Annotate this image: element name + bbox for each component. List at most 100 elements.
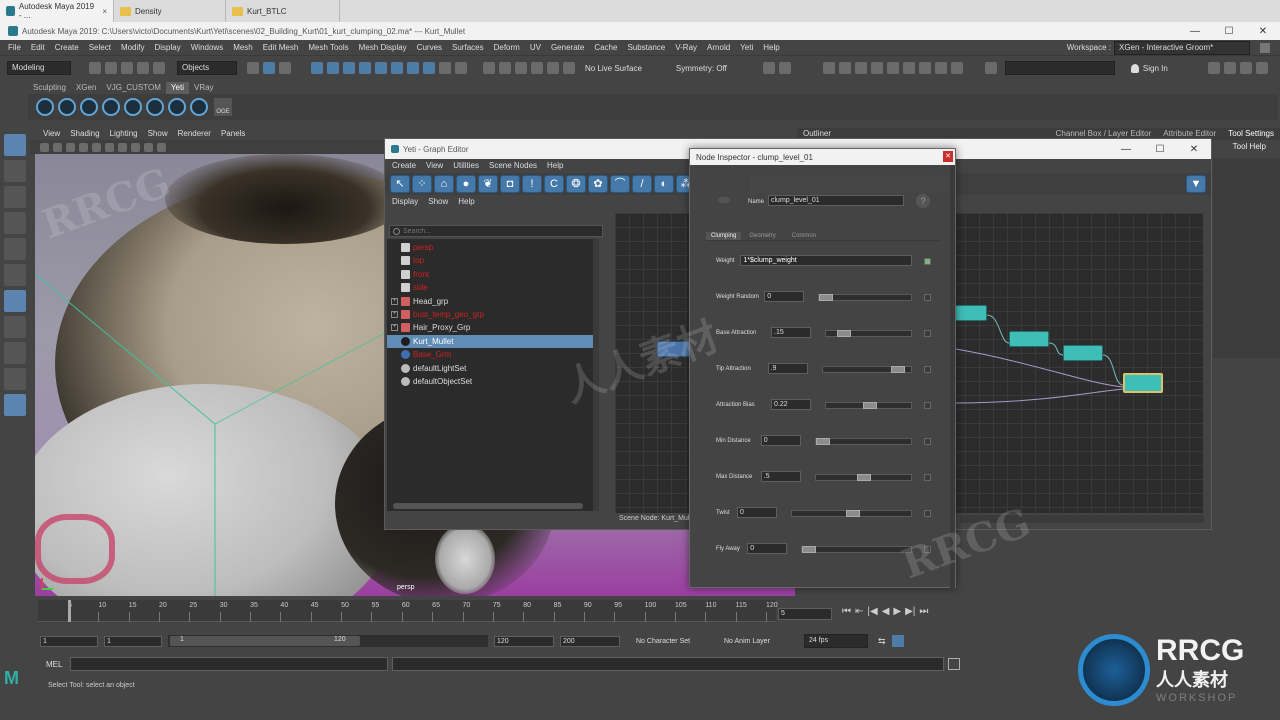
tab-common[interactable]: Common <box>784 232 824 240</box>
menu-mesh-tools[interactable]: Mesh Tools <box>303 40 353 56</box>
snap-view-icon[interactable] <box>531 62 543 74</box>
shelf-tab-sculpting[interactable]: Sculpting <box>28 82 71 94</box>
shelf-tab-vjg-custom[interactable]: VJG_CUSTOM <box>101 82 166 94</box>
graph-node[interactable] <box>1063 345 1103 361</box>
modeling-toolkit-icon[interactable] <box>1207 62 1220 74</box>
param-slider[interactable] <box>821 366 912 373</box>
clump-node-icon[interactable]: ❂ <box>566 175 586 193</box>
render-setup-icon[interactable] <box>902 62 915 74</box>
menu-curves[interactable]: Curves <box>412 40 447 56</box>
range-start-field[interactable]: 1 <box>40 635 98 647</box>
param-slider[interactable] <box>791 510 912 517</box>
single-view-icon[interactable] <box>4 316 26 338</box>
guide-node-icon[interactable]: ❦ <box>478 175 498 193</box>
param-value-field[interactable]: 1*$clump_weight <box>740 255 913 266</box>
image-plane-icon[interactable] <box>66 142 75 152</box>
param-value-field[interactable]: 0 <box>747 543 788 554</box>
menu-mesh[interactable]: Mesh <box>228 40 258 56</box>
history-icon[interactable] <box>762 62 775 74</box>
channel-box-icon[interactable] <box>1255 62 1268 74</box>
pause-viewport-icon[interactable] <box>950 62 963 74</box>
snap-vertex-icon[interactable] <box>563 62 575 74</box>
tab-geometry[interactable]: Geometry <box>741 232 783 240</box>
camera-attributes-icon[interactable] <box>40 142 49 152</box>
tab-close-icon[interactable]: × <box>102 7 107 16</box>
menu-help[interactable]: Help <box>758 40 784 56</box>
select-joint-icon[interactable] <box>327 62 339 74</box>
range-end-field[interactable]: 200 <box>560 635 620 647</box>
menu-windows[interactable]: Windows <box>186 40 228 56</box>
graph-close-button[interactable]: ✕ <box>1177 144 1211 155</box>
hypershade-icon[interactable] <box>886 62 899 74</box>
graph-menu-scene-nodes[interactable]: Scene Nodes <box>484 158 542 174</box>
paint-select-icon[interactable] <box>4 186 26 208</box>
select-curve-icon[interactable] <box>343 62 355 74</box>
textured-icon[interactable] <box>118 142 127 152</box>
menu-cache[interactable]: Cache <box>589 40 622 56</box>
go-start-icon[interactable]: ⏮ <box>842 606 851 617</box>
last-tool-icon[interactable] <box>4 290 26 312</box>
param-keyable-checkbox[interactable] <box>924 474 931 481</box>
param-keyable-checkbox[interactable] <box>924 510 931 517</box>
select-render-icon[interactable] <box>407 62 419 74</box>
redo-icon[interactable] <box>153 62 165 74</box>
sign-in-button[interactable]: Sign In <box>1130 63 1168 73</box>
graph-node[interactable] <box>955 305 987 321</box>
select-handle-icon[interactable] <box>311 62 323 74</box>
maximize-button[interactable]: ☐ <box>1212 26 1246 37</box>
four-view-icon[interactable] <box>4 342 26 364</box>
help-icon[interactable]: ? <box>916 194 930 208</box>
outliner-search-input[interactable] <box>403 227 583 235</box>
expand-icon[interactable]: + <box>391 310 398 318</box>
tool-settings-icon[interactable] <box>1239 62 1252 74</box>
play-forward-icon[interactable]: ▶ <box>893 606 901 617</box>
command-input[interactable] <box>1004 61 1115 75</box>
object-mode-icon[interactable] <box>263 62 275 74</box>
symmetry-label[interactable]: Symmetry: Off <box>676 64 727 73</box>
outliner-item[interactable]: front <box>387 268 599 281</box>
current-time-marker[interactable] <box>68 600 71 622</box>
inspector-close-button[interactable]: ✕ <box>943 151 953 162</box>
shelf-tab-xgen[interactable]: XGen <box>71 82 101 94</box>
menu-surfaces[interactable]: Surfaces <box>447 40 489 56</box>
graph-menu-view[interactable]: View <box>421 158 448 174</box>
snap-grid-icon[interactable] <box>483 62 495 74</box>
param-value-field[interactable]: 0 <box>737 507 777 518</box>
slider-handle[interactable] <box>836 330 851 337</box>
arnold-render-icon[interactable] <box>934 62 947 74</box>
slider-handle[interactable] <box>815 438 830 445</box>
attribute-editor-icon[interactable] <box>1223 62 1236 74</box>
param-value-field[interactable]: 0 <box>760 435 801 446</box>
select-surface-icon[interactable] <box>359 62 371 74</box>
step-back-key-icon[interactable]: ⇤ <box>855 606 863 617</box>
snap-surface-icon[interactable] <box>547 62 559 74</box>
param-value-field[interactable]: 0.22 <box>771 399 811 410</box>
filter-node-icon[interactable]: ▼ <box>1186 175 1206 193</box>
ipr-render-icon[interactable] <box>854 62 867 74</box>
graph-node[interactable] <box>1009 331 1049 347</box>
tab-clumping[interactable]: Clumping <box>706 231 742 240</box>
component-mode-icon[interactable] <box>279 62 291 74</box>
graph-menu-help[interactable]: Help <box>542 158 568 174</box>
shadows-icon[interactable] <box>144 142 153 152</box>
outliner-item[interactable]: + Hair_Proxy_Grp <box>387 321 599 334</box>
yeti-render-icon[interactable] <box>190 98 208 116</box>
go-end-icon[interactable]: ⏭ <box>919 606 928 617</box>
param-value-field[interactable]: 0 <box>764 291 805 302</box>
shelf-tab-yeti[interactable]: Yeti <box>165 82 189 94</box>
lasso-tool-icon[interactable] <box>4 160 26 182</box>
highlight-selection-icon[interactable] <box>455 62 467 74</box>
slider-handle[interactable] <box>802 546 817 553</box>
scatter-node-icon[interactable]: ⁘ <box>412 175 432 193</box>
outliner-item[interactable]: top <box>387 254 599 267</box>
yeti-cache-icon[interactable] <box>124 98 142 116</box>
move-tool-icon[interactable] <box>4 212 26 234</box>
play-back-icon[interactable]: ◀ <box>882 606 890 617</box>
step-back-frame-icon[interactable]: |◀ <box>867 606 877 617</box>
graph-node[interactable] <box>657 341 691 357</box>
input-line-icon[interactable] <box>984 62 997 74</box>
slider-handle[interactable] <box>862 402 877 409</box>
rotate-tool-icon[interactable] <box>4 238 26 260</box>
oge-shelf-button[interactable]: OGE <box>214 98 232 116</box>
menu-v-ray[interactable]: V-Ray <box>670 40 702 56</box>
